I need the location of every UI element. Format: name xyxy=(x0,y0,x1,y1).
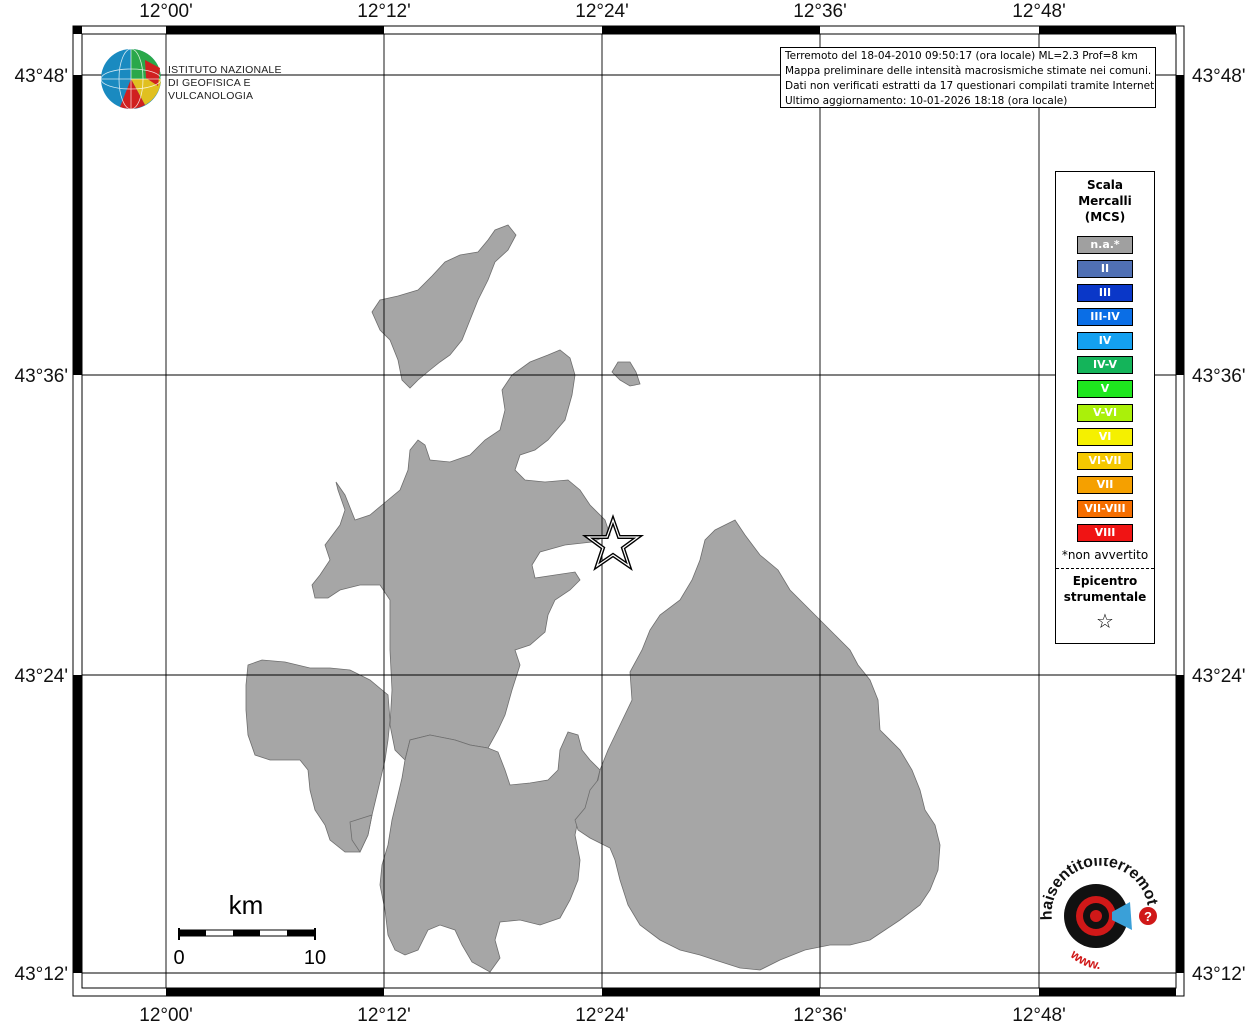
lon-label-bottom-3: 12°24' xyxy=(575,1005,629,1024)
frame-bar-top xyxy=(73,26,1176,34)
legend-item: VII-VIII xyxy=(1077,500,1133,518)
haisentito-logo-graphic: haisentitoilterremoto.it www. ? xyxy=(1025,845,1160,972)
lat-label-right-1: 43°48' xyxy=(1192,66,1246,87)
lat-label-right-3: 43°24' xyxy=(1192,666,1246,687)
legend-title-line-1: Scala xyxy=(1086,178,1124,192)
event-info-line-3: Dati non verificati estratti da 17 quest… xyxy=(785,80,1156,92)
event-info-line-4: Ultimo aggiornamento: 10-01-2026 18:18 (… xyxy=(785,95,1068,107)
lat-label-right-2: 43°36' xyxy=(1192,366,1246,387)
municipality-north-island xyxy=(371,224,517,389)
lon-label-top-3: 12°24' xyxy=(575,1,629,22)
legend-items: n.a.* II III III-IV IV IV-V V V-VI VI VI-VII VII VI… xyxy=(1056,236,1154,542)
lon-label-top-1: 12°00' xyxy=(139,1,193,22)
legend-item: VIII xyxy=(1077,524,1133,542)
lon-label-top-2: 12°12' xyxy=(357,1,411,22)
lat-label-left-3: 43°24' xyxy=(15,666,69,687)
lon-label-top-4: 12°36' xyxy=(793,1,847,22)
legend-star-icon: ☆ xyxy=(1096,609,1114,633)
frame-bar-left xyxy=(73,75,82,973)
scale-start-label: 0 xyxy=(173,947,184,968)
svg-text:?: ? xyxy=(1144,909,1152,924)
logo-line-1: ISTITUTO NAZIONALE xyxy=(168,64,282,76)
legend-item: IV xyxy=(1077,332,1133,350)
frame-bar-bottom xyxy=(166,988,1176,996)
legend-item: II xyxy=(1077,260,1133,278)
event-info-line-1: Terremoto del 18-04-2010 09:50:17 (ora l… xyxy=(785,50,1138,62)
legend-note: *non avvertito xyxy=(1061,548,1149,562)
lon-label-bottom-5: 12°48' xyxy=(1012,1005,1066,1024)
lat-label-right-4: 43°12' xyxy=(1192,964,1246,985)
scale-bar-graphic: km 0 10 xyxy=(173,890,326,969)
event-info-line-2: Mappa preliminare delle intensità macros… xyxy=(785,65,1152,77)
legend-item: V xyxy=(1077,380,1133,398)
lon-label-bottom-4: 12°36' xyxy=(793,1005,847,1024)
lat-label-left-4: 43°12' xyxy=(15,964,69,985)
lon-label-bottom-2: 12°12' xyxy=(357,1005,411,1024)
event-info-box: Terremoto del 18-04-2010 09:50:17 (ora l… xyxy=(780,47,1156,108)
svg-text:www.: www. xyxy=(1067,946,1101,972)
municipalities xyxy=(245,224,941,973)
scale-bar: km 0 10 xyxy=(170,888,330,969)
scale-unit-label: km xyxy=(229,890,264,920)
municipality-small-islet xyxy=(611,361,641,387)
ingv-globe-icon xyxy=(100,48,162,110)
legend-item: VII xyxy=(1077,476,1133,494)
legend-item: V-VI xyxy=(1077,404,1133,422)
legend-item: VI xyxy=(1077,428,1133,446)
lon-label-top-5: 12°48' xyxy=(1012,1,1066,22)
legend-title: Scala Mercalli (MCS) xyxy=(1056,177,1154,225)
frame-bar-right xyxy=(1176,75,1184,973)
legend-title-line-3: (MCS) xyxy=(1084,210,1126,224)
legend-item: VI-VII xyxy=(1077,452,1133,470)
haisentito-www-text: www. xyxy=(1067,946,1101,972)
lat-label-left-1: 43°48' xyxy=(15,66,69,87)
legend-epicentre-line-1: Epicentro xyxy=(1072,574,1138,588)
municipality-east-large xyxy=(574,519,941,971)
mcs-legend: Scala Mercalli (MCS) n.a.* II III III-IV IV I… xyxy=(1055,171,1155,644)
legend-epicentre-label: Epicentro strumentale xyxy=(1056,573,1154,605)
scale-end-label: 10 xyxy=(304,947,326,968)
municipality-south-central xyxy=(379,731,601,973)
legend-item: n.a.* xyxy=(1077,236,1133,254)
legend-item: IV-V xyxy=(1077,356,1133,374)
ingv-logo: ISTITUTO NAZIONALE DI GEOFISICA E VULCAN… xyxy=(100,48,320,110)
legend-epicentre-line-2: strumentale xyxy=(1063,590,1147,604)
logo-line-2: DI GEOFISICA E VULCANOLOGIA xyxy=(168,77,254,102)
legend-item: III xyxy=(1077,284,1133,302)
legend-title-line-2: Mercalli xyxy=(1078,194,1132,208)
legend-divider xyxy=(1056,568,1154,569)
legend-item: III-IV xyxy=(1077,308,1133,326)
lon-label-bottom-1: 12°00' xyxy=(139,1005,193,1024)
lat-label-left-2: 43°36' xyxy=(15,366,69,387)
haisentito-logo[interactable]: haisentitoilterremoto.it www. ? xyxy=(1025,845,1170,978)
